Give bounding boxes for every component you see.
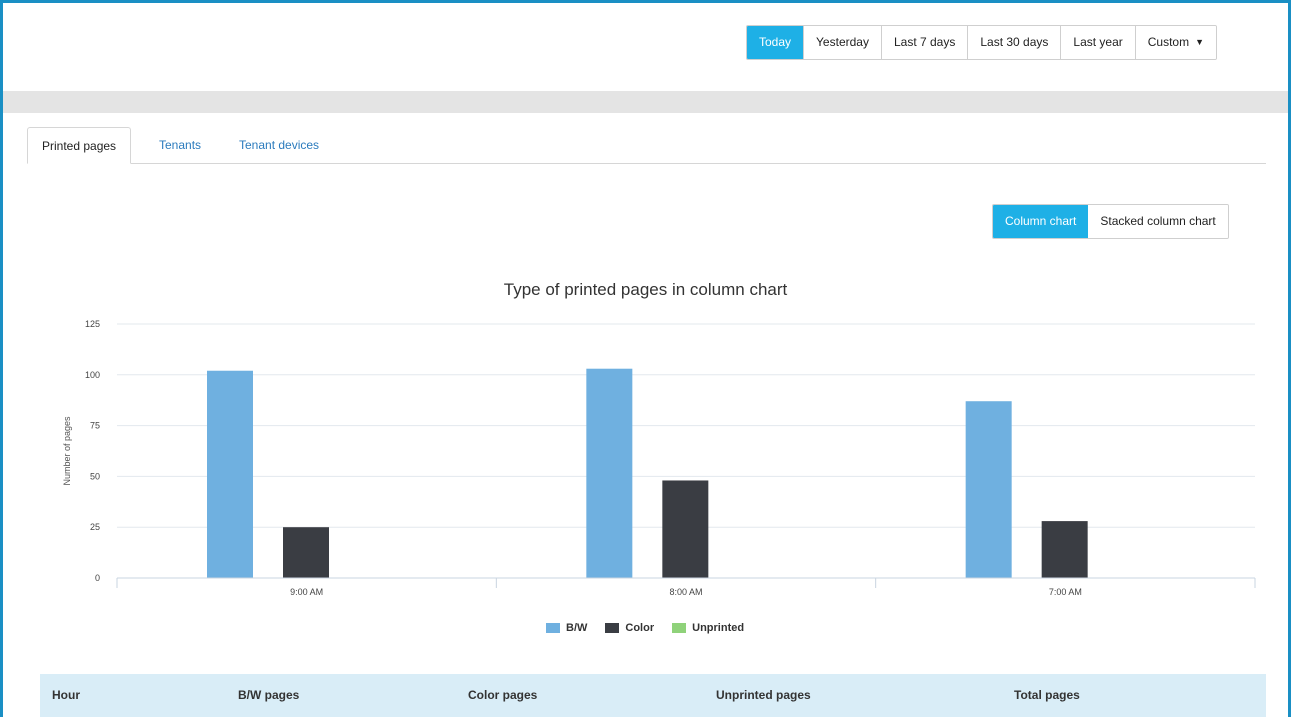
legend-label-color: Color (625, 622, 655, 634)
legend-label-bw: B/W (566, 622, 588, 634)
legend-swatch-color (605, 623, 620, 633)
bar-color-9-00-am[interactable] (283, 527, 329, 578)
y-axis-label: Number of pages (62, 416, 72, 486)
y-tick-label: 50 (90, 471, 100, 481)
column-header-hour[interactable]: Hour (52, 674, 80, 717)
bar-color-7-00-am[interactable] (1041, 521, 1088, 578)
bar-b-w-9-00-am[interactable] (207, 370, 253, 578)
column-header-total-pages[interactable]: Total pages (1014, 674, 1080, 717)
y-tick-label: 0 (95, 573, 100, 583)
x-tick-label: 7:00 AM (1049, 587, 1082, 597)
report-table-header: Hour B/W pages Color pages Unprinted pag… (40, 674, 1266, 717)
column-header-unprinted-pages[interactable]: Unprinted pages (716, 674, 811, 717)
bar-color-8-00-am[interactable] (662, 480, 709, 578)
y-tick-label: 75 (90, 421, 100, 431)
y-tick-label: 25 (90, 522, 100, 532)
y-tick-label: 100 (85, 370, 100, 380)
x-tick-label: 8:00 AM (669, 587, 702, 597)
legend-label-unprinted: Unprinted (692, 622, 745, 634)
legend-item-unprinted[interactable]: Unprinted (672, 622, 744, 634)
y-tick-label: 125 (85, 319, 100, 329)
x-tick-label: 9:00 AM (290, 587, 323, 597)
column-header-bw-pages[interactable]: B/W pages (238, 674, 299, 717)
legend-swatch-unprinted (672, 623, 687, 633)
legend-item-color[interactable]: Color (605, 622, 654, 634)
legend-swatch-bw (546, 623, 560, 633)
bar-b-w-7-00-am[interactable] (965, 401, 1012, 578)
chart-legend: B/W Color Unprinted (546, 622, 744, 634)
column-header-color-pages[interactable]: Color pages (468, 674, 537, 717)
legend-item-bw[interactable]: B/W (546, 622, 587, 634)
column-chart: 0 25 50 75 100 125 9:00 AM 8:00 AM 7:00 AM Numb… (62, 319, 1256, 597)
bar-b-w-8-00-am[interactable] (586, 368, 633, 578)
